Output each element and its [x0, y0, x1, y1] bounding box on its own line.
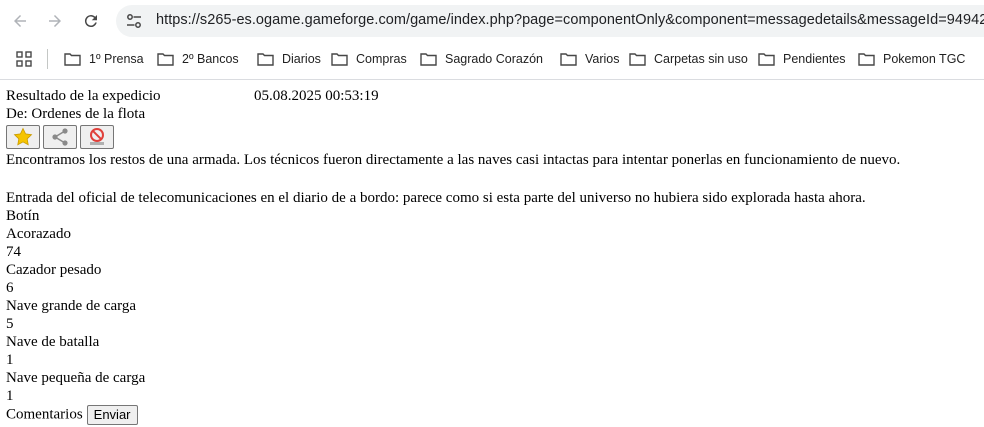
- star-icon: [13, 127, 33, 146]
- browser-chrome: https://s265-es.ogame.gameforge.com/game…: [0, 0, 984, 80]
- folder-icon: [629, 53, 646, 66]
- folder-icon: [157, 53, 174, 66]
- message-header: Resultado de la expedicio 05.08.2025 00:…: [6, 87, 976, 105]
- bookmarks-separator: [47, 49, 48, 69]
- ship-count: 1: [6, 388, 14, 404]
- folder-icon: [257, 53, 274, 66]
- apps-grid-icon[interactable]: [16, 51, 32, 67]
- folder-icon: [858, 53, 875, 66]
- bookmark-label: 1º Prensa: [89, 52, 144, 66]
- forward-button[interactable]: [42, 8, 68, 34]
- ship-name: Acorazado: [6, 226, 71, 242]
- ship-count: 1: [6, 352, 14, 368]
- folder-icon: [331, 53, 348, 66]
- back-button[interactable]: [7, 8, 33, 34]
- comments-label: Comentarios: [6, 406, 83, 423]
- message-actions: [6, 124, 976, 150]
- bookmark-label: Pendientes: [783, 52, 846, 66]
- bookmark-label: Diarios: [282, 52, 321, 66]
- folder-icon: [64, 53, 81, 66]
- bookmark-item[interactable]: Diarios: [257, 48, 321, 70]
- message-details: Resultado de la expedicio 05.08.2025 00:…: [6, 87, 976, 427]
- url-text: https://s265-es.ogame.gameforge.com/game…: [156, 12, 984, 28]
- folder-icon: [560, 53, 577, 66]
- ship-count: 5: [6, 316, 14, 332]
- expedition-report-text: Encontramos los restos de una armada. Lo…: [6, 152, 901, 168]
- ship-name: Nave grande de carga: [6, 298, 137, 314]
- bookmark-item[interactable]: Pokemon TGC: [858, 48, 965, 70]
- bookmark-item[interactable]: 2º Bancos: [157, 48, 239, 70]
- reload-button[interactable]: [78, 8, 104, 34]
- ship-count: 6: [6, 280, 14, 296]
- share-icon: [52, 128, 68, 146]
- send-button[interactable]: Enviar: [86, 405, 138, 425]
- bookmark-item[interactable]: Varios: [560, 48, 620, 70]
- loot-list: Acorazado 74 Cazador pesado 6 Nave grande de…: [6, 225, 976, 405]
- bookmark-label: Compras: [356, 52, 407, 66]
- arrow-right-icon: [49, 15, 61, 27]
- loot-heading: Botín: [6, 208, 40, 224]
- bookmarks-bar: 1º Prensa 2º Bancos Diarios Compras Sagrado …: [0, 42, 984, 74]
- address-bar[interactable]: https://s265-es.ogame.gameforge.com/game…: [116, 5, 984, 37]
- ship-name: Nave de batalla: [6, 334, 100, 350]
- bookmark-label: Pokemon TGC: [883, 52, 966, 66]
- bookmark-label: 2º Bancos: [182, 52, 239, 66]
- bookmark-label: Carpetas sin uso: [654, 52, 748, 66]
- delete-icon: [90, 128, 104, 145]
- ship-name: Cazador pesado: [6, 262, 102, 278]
- arrow-left-icon: [14, 15, 26, 27]
- message-date: 05.08.2025 00:53:19: [254, 88, 379, 104]
- share-button[interactable]: [43, 125, 77, 149]
- folder-icon: [758, 53, 775, 66]
- bookmark-label: Sagrado Corazón: [445, 52, 543, 66]
- redacted-area: [177, 87, 261, 105]
- message-sender: De: Ordenes de la flota: [6, 106, 146, 122]
- delete-button[interactable]: [80, 125, 114, 149]
- bookmark-item[interactable]: Carpetas sin uso: [629, 48, 748, 70]
- bookmark-item[interactable]: Pendientes: [758, 48, 846, 70]
- ship-count: 74: [6, 244, 21, 260]
- ship-name: Nave pequeña de carga: [6, 370, 146, 386]
- reload-icon: [84, 15, 97, 28]
- favorite-button[interactable]: [6, 125, 40, 149]
- site-settings-icon: [127, 14, 141, 28]
- bookmark-item[interactable]: Sagrado Corazón: [420, 48, 543, 70]
- comments-row: Comentarios Enviar: [6, 405, 976, 427]
- logbook-entry-text: Entrada del oficial de telecomunicacione…: [6, 190, 866, 206]
- bookmark-item[interactable]: Compras: [331, 48, 407, 70]
- bookmark-item[interactable]: 1º Prensa: [64, 48, 144, 70]
- bookmark-label: Varios: [585, 52, 620, 66]
- folder-icon: [420, 53, 437, 66]
- message-title: Resultado de la expedicio: [6, 88, 161, 104]
